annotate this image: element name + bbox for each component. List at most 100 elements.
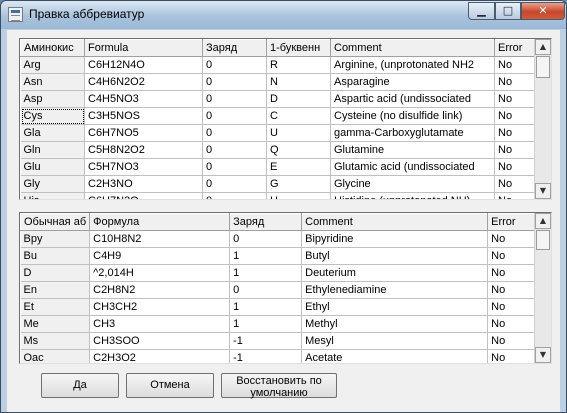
table-cell[interactable]: No (487, 349, 541, 363)
table-cell[interactable]: No (494, 158, 537, 176)
table-cell[interactable]: 0 (229, 281, 303, 299)
table-cell[interactable]: Glu (20, 158, 85, 176)
restore-defaults-button[interactable]: Восстановить по умолчанию (221, 373, 337, 399)
table-cell[interactable]: C (266, 107, 331, 125)
table-cell[interactable]: C6H12N4O (84, 56, 203, 74)
ok-button[interactable]: Да (41, 373, 119, 398)
table-cell[interactable]: E (266, 158, 331, 176)
table-cell[interactable]: Gln (20, 141, 85, 159)
abbreviation-grid[interactable]: Обычная аб Формула Заряд Comment Error Bpy C1… (19, 212, 552, 364)
table-cell[interactable]: Asp (20, 90, 85, 108)
table-row[interactable]: D ^2,014H 1 Deuterium No (20, 264, 541, 282)
table-cell[interactable]: No (494, 56, 537, 74)
table-cell[interactable]: His (20, 192, 85, 199)
table-cell[interactable]: 1 (229, 247, 303, 265)
table-cell[interactable]: C2H3O2 (89, 349, 231, 363)
table-cell[interactable]: 0 (202, 90, 267, 108)
table-cell[interactable]: gamma-Carboxyglutamate (330, 124, 495, 142)
table-cell[interactable]: C2H3NO (84, 175, 203, 193)
abbrev_grid-column-header[interactable]: Comment (301, 213, 489, 231)
table-cell[interactable]: -1 (229, 349, 303, 363)
table-cell[interactable]: Me (20, 315, 91, 333)
amino_grid-column-header[interactable]: Formula (84, 39, 203, 57)
table-cell[interactable]: 0 (202, 73, 267, 91)
minimize-button[interactable]: ▁ (468, 2, 495, 20)
amino_grid-column-header[interactable]: 1-буквенн (266, 39, 331, 57)
amino_grid-column-header[interactable]: Error (494, 39, 537, 57)
table-cell[interactable]: Asn (20, 73, 85, 91)
table-row[interactable]: Gln C5H8N2O2 0 Q Glutamine No (20, 141, 537, 159)
table-cell[interactable]: 0 (202, 158, 267, 176)
table-cell[interactable]: G (266, 175, 331, 193)
table-cell[interactable]: No (494, 73, 537, 91)
scroll-thumb[interactable] (536, 230, 550, 250)
abbrev_grid-column-header[interactable]: Обычная аб (20, 213, 91, 231)
table-cell[interactable]: Aspartic acid (undissociated (330, 90, 495, 108)
scroll-up-icon[interactable]: ▲ (535, 213, 551, 229)
scroll-up-icon[interactable]: ▲ (535, 39, 551, 55)
table-cell[interactable]: No (494, 175, 537, 193)
table-cell[interactable]: C5H8N2O2 (84, 141, 203, 159)
table-cell[interactable]: Histidine (unprotonated NH) (330, 192, 495, 199)
table-row[interactable]: Cys C3H5NOS 0 C Cysteine (no disulfide link)… (20, 107, 537, 125)
table-cell[interactable]: Glycine (330, 175, 495, 193)
table-cell[interactable]: C3H5NOS (84, 107, 203, 125)
table-cell[interactable]: No (487, 264, 541, 282)
table-cell[interactable]: Ms (20, 332, 91, 350)
table-cell[interactable]: Bpy (20, 230, 91, 248)
table-cell[interactable]: Bu (20, 247, 91, 265)
table-cell[interactable]: 0 (202, 107, 267, 125)
table-cell[interactable]: Asparagine (330, 73, 495, 91)
table-row[interactable]: Et CH3CH2 1 Ethyl No (20, 298, 541, 316)
amino_grid-column-header[interactable]: Аминокис (20, 39, 85, 57)
scroll-down-icon[interactable]: ▼ (535, 183, 551, 199)
table-row[interactable]: Ms CH3SOO -1 Mesyl No (20, 332, 541, 350)
table-cell[interactable]: D (266, 90, 331, 108)
table-row[interactable]: Arg C6H12N4O 0 R Arginine, (unprotonated NH2… (20, 56, 537, 74)
table-cell[interactable]: ^2,014H (89, 264, 231, 282)
table-cell[interactable]: CH3SOO (89, 332, 231, 350)
table-cell[interactable]: C5H7NO3 (84, 158, 203, 176)
table-cell[interactable]: No (487, 332, 541, 350)
table-cell[interactable]: No (494, 141, 537, 159)
table-cell[interactable]: No (494, 107, 537, 125)
table-cell[interactable]: Ethyl (301, 298, 489, 316)
table-row[interactable]: HisC6H7N3O0HHistidine (unprotonated NH)N… (20, 192, 537, 199)
scroll-thumb[interactable] (536, 56, 550, 78)
table-cell[interactable]: 1 (229, 298, 303, 316)
table-row[interactable]: En C2H8N2 0 Ethylenediamine No (20, 281, 541, 299)
table-cell[interactable]: CH3 (89, 315, 231, 333)
scroll-down-icon[interactable]: ▼ (535, 347, 551, 363)
title-bar[interactable]: Правка аббревиатур ▁ □ ✕ (1, 1, 566, 29)
table-row[interactable]: Bpy C10H8N2 0 Bipyridine No (20, 230, 541, 248)
table-cell[interactable]: Cys (20, 107, 85, 125)
table-row[interactable]: Asp C4H5NO3 0 D Aspartic acid (undissociated… (20, 90, 537, 108)
table-cell[interactable]: Ethylenediamine (301, 281, 489, 299)
table-cell[interactable]: Cysteine (no disulfide link) (330, 107, 495, 125)
amino-acid-grid[interactable]: Аминокис Formula Заряд 1-буквенн Comment Erro… (19, 38, 552, 200)
table-cell[interactable]: Q (266, 141, 331, 159)
table-cell[interactable]: No (487, 298, 541, 316)
table-cell[interactable]: Bipyridine (301, 230, 489, 248)
table-cell[interactable]: No (487, 247, 541, 265)
table-cell[interactable]: 0 (202, 141, 267, 159)
table-cell[interactable]: CH3CH2 (89, 298, 231, 316)
maximize-button[interactable]: □ (495, 2, 521, 20)
abbrev_grid-column-header[interactable]: Формула (89, 213, 231, 231)
table-cell[interactable]: C2H8N2 (89, 281, 231, 299)
table-cell[interactable]: -1 (229, 332, 303, 350)
table-cell[interactable]: Glutamine (330, 141, 495, 159)
table-cell[interactable]: R (266, 56, 331, 74)
table-cell[interactable]: Methyl (301, 315, 489, 333)
table-cell[interactable]: No (487, 230, 541, 248)
table-cell[interactable]: H (266, 192, 331, 199)
table-row[interactable]: Gly C2H3NO 0 G Glycine No (20, 175, 537, 193)
table-cell[interactable]: U (266, 124, 331, 142)
abbrev-grid-scrollbar[interactable]: ▲ ▼ (534, 213, 551, 363)
table-row[interactable]: Gla C6H7NO5 0 Ugamma-Carboxyglutamate No (20, 124, 537, 142)
table-cell[interactable]: C4H9 (89, 247, 231, 265)
table-cell[interactable]: 0 (202, 56, 267, 74)
table-row[interactable]: Glu C5H7NO3 0 E Glutamic acid (undissociated… (20, 158, 537, 176)
table-cell[interactable]: Arginine, (unprotonated NH2 (330, 56, 495, 74)
table-cell[interactable]: 0 (229, 230, 303, 248)
